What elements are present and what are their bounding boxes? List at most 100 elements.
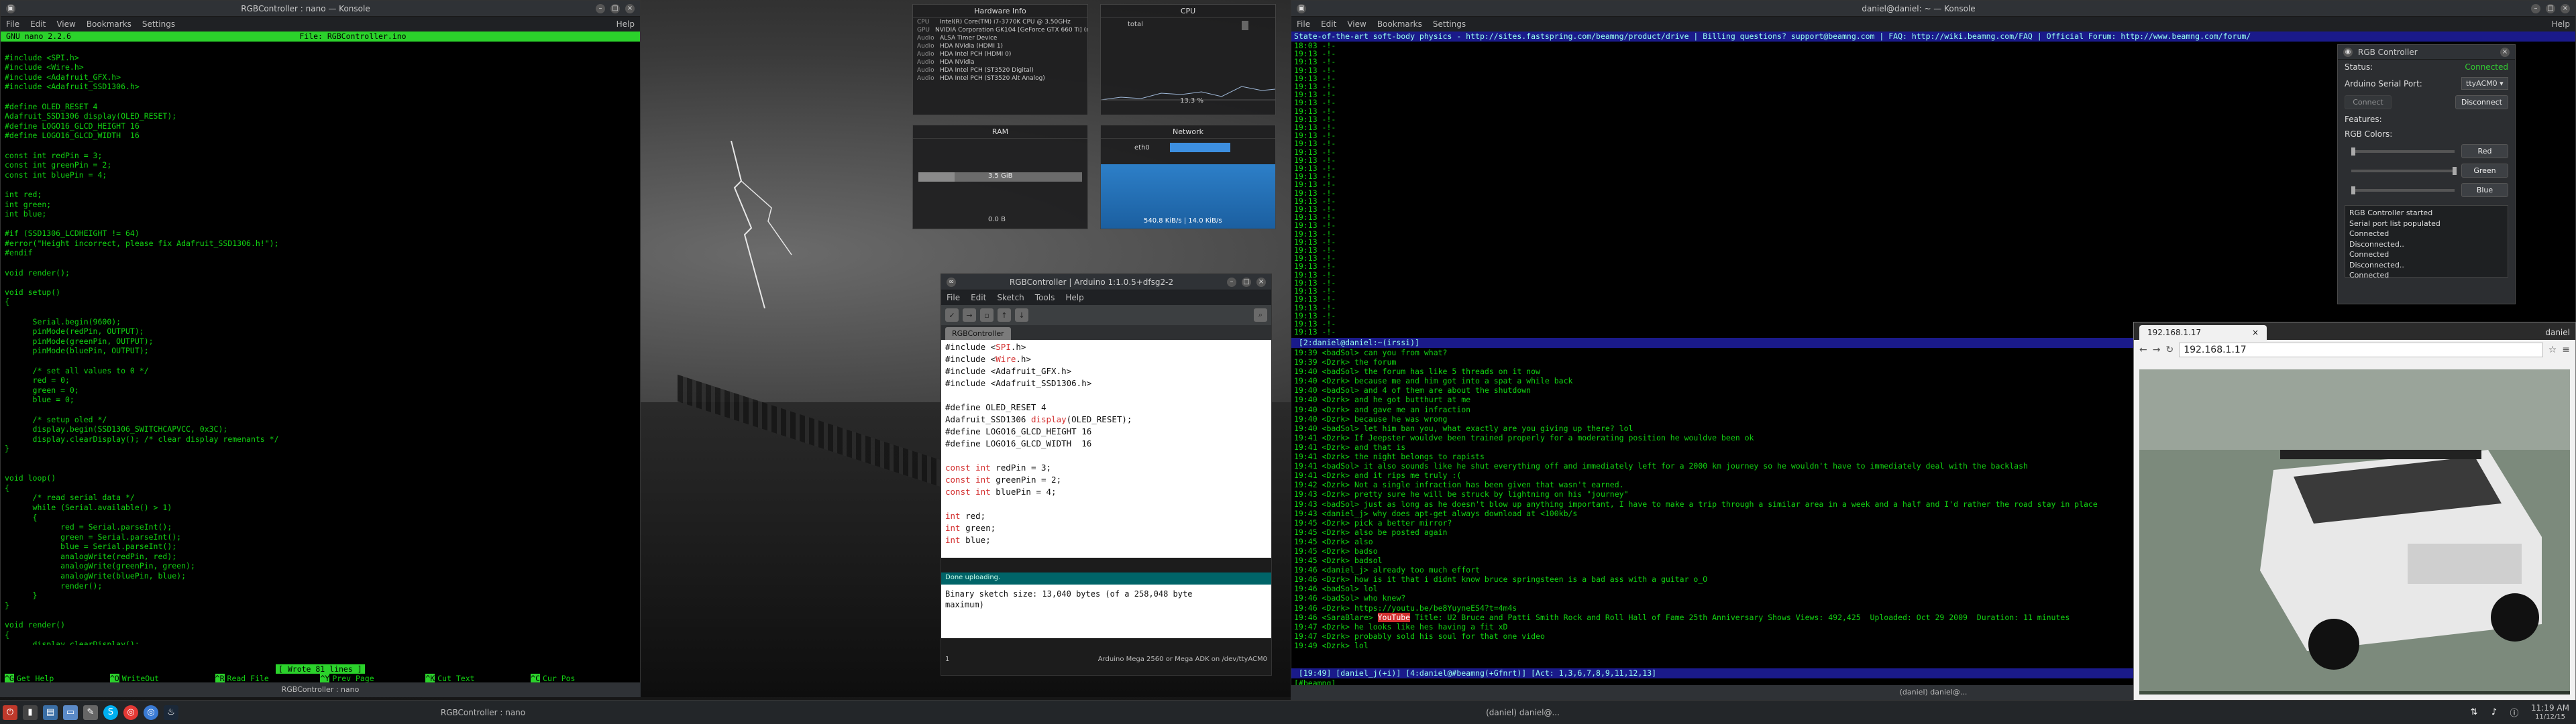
- arduino-code-editor[interactable]: #include <SPI.h> #include <Wire.h> #includ…: [941, 340, 1271, 558]
- blue-slider[interactable]: [2351, 186, 2455, 194]
- window-title: RGBController : nano — Konsole: [241, 3, 370, 13]
- menu-file[interactable]: File: [6, 19, 19, 29]
- window-menu-icon[interactable]: ▣: [6, 3, 15, 13]
- port-value: ttyACM0: [2466, 79, 2498, 88]
- green-button[interactable]: Green: [2461, 164, 2508, 178]
- ram-bar: 3.5 GiB: [918, 172, 1082, 182]
- terminal-icon[interactable]: ▮: [23, 705, 38, 720]
- red-button[interactable]: Red: [2461, 144, 2508, 158]
- menu-edit[interactable]: Edit: [30, 19, 46, 29]
- maximize-icon[interactable]: □: [1242, 277, 1251, 287]
- menu-help[interactable]: Help: [1065, 293, 1083, 302]
- cpu-value: 13.3 %: [1180, 97, 1203, 105]
- serial-monitor-icon[interactable]: ⌕: [1254, 308, 1267, 322]
- back-icon[interactable]: ←: [2139, 345, 2147, 355]
- nano-titlebar[interactable]: ▣ RGBController : nano — Konsole – □ ×: [1, 1, 640, 17]
- menu-edit[interactable]: Edit: [971, 293, 986, 302]
- open-icon[interactable]: ↑: [998, 308, 1011, 322]
- network-title: Network: [1101, 125, 1275, 139]
- menu-bookmarks[interactable]: Bookmarks: [1377, 19, 1422, 29]
- steam-icon[interactable]: ♨: [164, 705, 178, 720]
- hardware-info-title: Hardware Info: [913, 5, 1087, 18]
- close-icon[interactable]: ×: [625, 3, 635, 13]
- window-menu-icon[interactable]: ▣: [1297, 3, 1306, 13]
- menu-bookmarks[interactable]: Bookmarks: [87, 19, 131, 29]
- blue-button[interactable]: Blue: [2461, 183, 2508, 197]
- volume-icon[interactable]: ♪: [2487, 705, 2502, 720]
- minimize-icon[interactable]: –: [596, 3, 605, 13]
- hardware-row: Audio HDA Intel PCH (ST3520 Alt Analog): [917, 75, 1045, 82]
- connect-button[interactable]: Connect: [2345, 95, 2392, 109]
- task-nano[interactable]: RGBController : nano: [181, 703, 785, 722]
- browser-tab[interactable]: 192.168.1.17 ×: [2139, 325, 2267, 340]
- menu-sketch[interactable]: Sketch: [997, 293, 1024, 302]
- menu-icon[interactable]: ≡: [2562, 345, 2570, 355]
- disconnect-button[interactable]: Disconnect: [2455, 95, 2508, 109]
- green-slider[interactable]: [2351, 166, 2457, 175]
- chrome-icon[interactable]: ◎: [123, 705, 138, 720]
- irc-titlebar[interactable]: ▣ daniel@daniel: ~ — Konsole – □ ×: [1291, 1, 2575, 17]
- nano-filename: File: RGBController.ino: [299, 32, 407, 41]
- menu-file[interactable]: File: [947, 293, 960, 302]
- close-icon[interactable]: ×: [2561, 3, 2570, 13]
- rgb-app-icon[interactable]: ◉: [2343, 47, 2353, 57]
- minimize-icon[interactable]: –: [1227, 277, 1236, 287]
- menu-settings[interactable]: Settings: [142, 19, 175, 29]
- editor-icon[interactable]: ✎: [83, 705, 98, 720]
- notifications-icon[interactable]: ⓘ: [2507, 705, 2522, 720]
- app-launcher-icon[interactable]: ⏻: [3, 705, 17, 720]
- rgb-log: RGB Controller started Serial port list p…: [2345, 205, 2508, 280]
- browser-toolbar: ← → ↻ 192.168.1.17 ☆ ≡: [2134, 340, 2575, 360]
- red-slider[interactable]: [2351, 147, 2455, 156]
- maximize-icon[interactable]: □: [2546, 3, 2555, 13]
- chromium-icon[interactable]: ◎: [144, 705, 158, 720]
- menu-settings[interactable]: Settings: [1433, 19, 1466, 29]
- code-line: #include <Adafruit_GFX.h>: [945, 366, 1072, 376]
- arduino-titlebar[interactable]: ∞ RGBController | Arduino 1:1.0.5+dfsg2-…: [941, 274, 1271, 290]
- menu-file[interactable]: File: [1297, 19, 1310, 29]
- ram-widget: RAM 3.5 GiB 0.0 B: [912, 125, 1088, 229]
- menu-view[interactable]: View: [1347, 19, 1366, 29]
- verify-icon[interactable]: ✓: [945, 308, 959, 322]
- minimize-icon[interactable]: –: [2531, 3, 2540, 13]
- browser-user[interactable]: daniel: [2540, 325, 2575, 340]
- new-icon[interactable]: ▫: [980, 308, 994, 322]
- menu-tools[interactable]: Tools: [1035, 293, 1055, 302]
- nano-menubar: File Edit View Bookmarks Settings Help: [1, 17, 640, 32]
- ram-used: 3.5 GiB: [988, 172, 1013, 180]
- save-icon[interactable]: ↓: [1015, 308, 1028, 322]
- network-graph: 540.8 KiB/s | 14.0 KiB/s: [1101, 164, 1275, 229]
- nano-editor-text[interactable]: #include <SPI.h> #include <Wire.h> #incl…: [1, 42, 640, 645]
- close-icon[interactable]: ×: [1256, 277, 1266, 287]
- clock[interactable]: 11:19 AM 11/12/15: [2524, 703, 2576, 722]
- menu-help[interactable]: Help: [616, 19, 635, 29]
- menu-edit[interactable]: Edit: [1321, 19, 1336, 29]
- reload-icon[interactable]: ↻: [2165, 345, 2174, 355]
- browser-window: 192.168.1.17 × daniel ← → ↻ 192.168.1.17…: [2133, 322, 2576, 701]
- files-icon[interactable]: ▤: [43, 705, 58, 720]
- network-tray-icon[interactable]: ⇅: [2467, 705, 2481, 720]
- code-line: int red;: [945, 511, 986, 521]
- arduino-app-icon[interactable]: ∞: [947, 277, 956, 287]
- port-select[interactable]: ttyACM0 ▾: [2461, 77, 2508, 90]
- cpu-title: CPU: [1101, 5, 1275, 18]
- tab-rgbcontroller[interactable]: RGBController: [945, 327, 1011, 340]
- board-info: Arduino Mega 2560 or Mega ADK on /dev/tt…: [1097, 656, 1267, 663]
- menu-view[interactable]: View: [56, 19, 75, 29]
- taskbar: ⏻ ▮ ▤ ▭ ✎ S ◎ ◎ ♨ RGBController : nano (…: [0, 700, 2576, 724]
- menu-help[interactable]: Help: [2552, 19, 2570, 29]
- lightning-bolt: [731, 141, 792, 308]
- close-icon[interactable]: ×: [2500, 47, 2510, 57]
- folder-icon[interactable]: ▭: [63, 705, 78, 720]
- upload-icon[interactable]: →: [963, 308, 976, 322]
- task-irc[interactable]: (daniel) daniel@...: [1221, 703, 1825, 722]
- skype-icon[interactable]: S: [103, 705, 118, 720]
- maximize-icon[interactable]: □: [610, 3, 620, 13]
- bookmark-star-icon[interactable]: ☆: [2548, 345, 2557, 355]
- code-line: #define LOGO16_GLCD_HEIGHT 16: [945, 426, 1092, 436]
- tab-close-icon[interactable]: ×: [2252, 328, 2259, 337]
- rgb-titlebar[interactable]: ◉ RGB Controller ×: [2338, 45, 2515, 60]
- forward-icon[interactable]: →: [2153, 345, 2161, 355]
- address-bar[interactable]: 192.168.1.17: [2179, 343, 2543, 357]
